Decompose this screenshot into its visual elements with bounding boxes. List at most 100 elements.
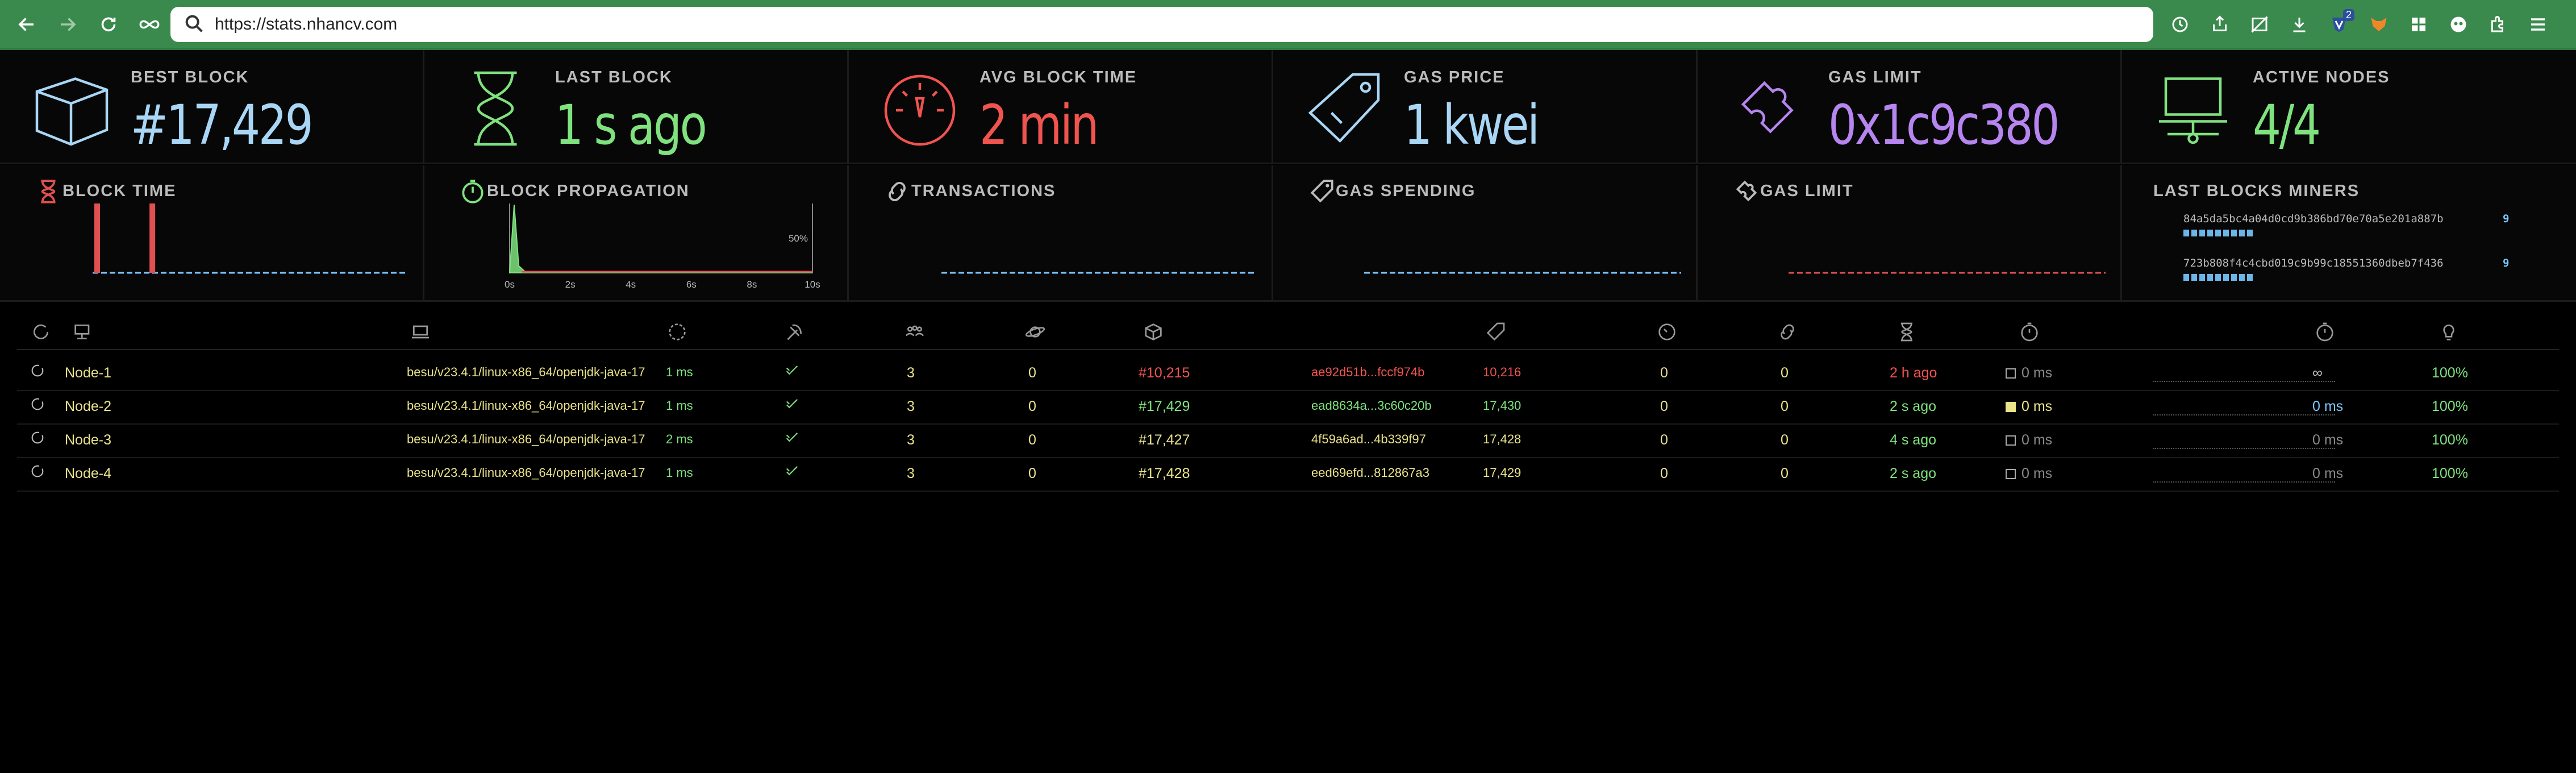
back-icon[interactable] bbox=[10, 8, 43, 41]
fox-icon[interactable] bbox=[2362, 8, 2395, 41]
stat-avg-block-time: AVG BLOCK TIME 2 min bbox=[849, 50, 1273, 164]
miner-block-square bbox=[2191, 230, 2197, 236]
extensions-puzzle-icon[interactable] bbox=[2482, 8, 2515, 41]
block-time-plot bbox=[93, 203, 408, 274]
image-off-icon[interactable] bbox=[2243, 8, 2276, 41]
miner-blocks-bar bbox=[2183, 274, 2253, 281]
node-latency: 1 ms bbox=[666, 466, 693, 480]
address-bar[interactable]: https://stats.nhancv.com bbox=[170, 7, 2153, 42]
share-icon[interactable] bbox=[2203, 8, 2236, 41]
hourglass-icon[interactable] bbox=[1895, 321, 1918, 343]
infinity-icon[interactable] bbox=[133, 8, 166, 41]
miner-block-square bbox=[2183, 230, 2189, 236]
propagation-histogram bbox=[2153, 481, 2335, 483]
node-peers: 3 bbox=[907, 432, 915, 448]
node-last-block: 2 s ago bbox=[1890, 466, 1937, 481]
node-transactions: 0 bbox=[1660, 365, 1668, 381]
grid-apps-icon[interactable] bbox=[2402, 8, 2435, 41]
download-icon[interactable] bbox=[2283, 8, 2316, 41]
propagation-tick-label: 6s bbox=[686, 279, 697, 290]
node-difficulty: 17,429 bbox=[1483, 466, 1522, 480]
propagation-tick-label: 10s bbox=[805, 279, 820, 290]
miner-block-square bbox=[2223, 230, 2229, 236]
node-icon[interactable] bbox=[72, 321, 94, 343]
node-propagation: 0 ms bbox=[2006, 432, 2052, 448]
peers-icon[interactable] bbox=[903, 321, 926, 343]
laptop-icon[interactable] bbox=[409, 321, 432, 343]
table-row[interactable]: Node-1 besu/v23.4.1/linux-x86_64/openjdk-… bbox=[17, 357, 2559, 391]
node-transactions: 0 bbox=[1660, 398, 1668, 414]
propagation-indicator bbox=[2006, 469, 2016, 480]
table-row[interactable]: Node-2 besu/v23.4.1/linux-x86_64/openjdk-… bbox=[17, 390, 2559, 425]
miner-block-square bbox=[2207, 230, 2213, 236]
propagation-histogram bbox=[2153, 381, 2335, 382]
charts-row: BLOCK TIME BLOCK PROPAGATION 0s 2s 4s 6s 8s 1… bbox=[0, 165, 2576, 302]
propagation-y-label: 50% bbox=[789, 233, 808, 244]
propagation-value: 0 ms bbox=[2021, 466, 2053, 481]
gauge-icon bbox=[884, 74, 956, 146]
node-pending: 0 bbox=[1028, 466, 1036, 481]
node-name: Node-4 bbox=[65, 466, 111, 481]
link-icon[interactable] bbox=[1776, 321, 1799, 343]
stopwatch-icon[interactable] bbox=[2018, 321, 2041, 343]
timer-icon[interactable] bbox=[666, 321, 689, 343]
miner-count: 9 bbox=[2503, 213, 2510, 225]
shield-extension-icon[interactable]: 2 bbox=[2323, 8, 2356, 41]
price-tag-icon[interactable] bbox=[1484, 321, 1507, 343]
bulb-icon[interactable] bbox=[2437, 321, 2460, 343]
block-propagation-plot: 0s 2s 4s 6s 8s 10s 50% bbox=[505, 203, 820, 290]
miner-block-square bbox=[2223, 274, 2229, 281]
block-time-bar bbox=[94, 203, 100, 273]
miner-block-square bbox=[2247, 230, 2253, 236]
cube-icon[interactable] bbox=[1142, 321, 1165, 343]
price-tag-icon bbox=[1308, 73, 1380, 143]
miner-address: 84a5da5bc4a04d0cd9b386bd70e70a5e201a887b bbox=[2183, 213, 2444, 225]
node-peers: 3 bbox=[907, 466, 915, 481]
gauge-icon[interactable] bbox=[1656, 321, 1678, 343]
node-uptime: 100% bbox=[2432, 432, 2468, 448]
node-uncles: 0 bbox=[1781, 432, 1789, 448]
propagation-value: 0 ms bbox=[2021, 365, 2053, 381]
node-avg-propagation: 0 ms bbox=[2312, 432, 2344, 448]
node-pending: 0 bbox=[1028, 365, 1036, 381]
miner-blocks-bar bbox=[2183, 230, 2253, 236]
node-uptime: 100% bbox=[2432, 466, 2468, 481]
node-block-hash: ae92d51b...fccf974b bbox=[1311, 365, 1425, 379]
stat-label: ACTIVE NODES bbox=[2253, 68, 2390, 86]
stopwatch-icon[interactable] bbox=[2314, 321, 2336, 343]
chart-title: LAST BLOCKS MINERS bbox=[2153, 182, 2360, 200]
node-transactions: 0 bbox=[1660, 432, 1668, 448]
hourglass-icon bbox=[474, 71, 517, 146]
miner-count: 9 bbox=[2503, 257, 2510, 269]
history-icon[interactable] bbox=[2164, 8, 2196, 41]
node-propagation: 0 ms bbox=[2006, 365, 2052, 381]
stat-label: GAS PRICE bbox=[1404, 68, 1505, 86]
miner-block-square bbox=[2183, 274, 2189, 281]
chart-block-time: BLOCK TIME bbox=[0, 165, 424, 302]
pickaxe-icon[interactable] bbox=[783, 321, 806, 343]
node-status-icon bbox=[30, 463, 45, 483]
propagation-tick-label: 4s bbox=[626, 279, 636, 290]
forward-icon[interactable] bbox=[51, 8, 84, 41]
stat-gas-price: GAS PRICE 1 kwei bbox=[1273, 50, 1698, 164]
refresh-icon[interactable] bbox=[30, 321, 52, 343]
table-row[interactable]: Node-3 besu/v23.4.1/linux-x86_64/openjdk-… bbox=[17, 424, 2559, 458]
table-row[interactable]: Node-4 besu/v23.4.1/linux-x86_64/openjdk-… bbox=[17, 458, 2559, 492]
stat-value: 1 kwei bbox=[1404, 93, 1540, 157]
puzzle-icon bbox=[1741, 81, 1794, 134]
mask-icon[interactable] bbox=[2442, 8, 2475, 41]
chart-gas-limit: GAS LIMIT bbox=[1698, 165, 2122, 302]
propagation-tick-label: 0s bbox=[505, 279, 515, 290]
stat-value: 1 s ago bbox=[555, 93, 707, 157]
planet-icon[interactable] bbox=[1024, 321, 1047, 343]
miner-block-square bbox=[2239, 274, 2245, 281]
stat-value: 4/4 bbox=[2253, 93, 2321, 157]
gas-limit-plot bbox=[1789, 272, 2106, 274]
menu-icon[interactable] bbox=[2521, 8, 2554, 41]
reload-icon[interactable] bbox=[92, 8, 125, 41]
stats-row: BEST BLOCK #17,429 LAST BLOCK 1 s ago AV… bbox=[0, 50, 2576, 221]
node-last-block: 2 h ago bbox=[1890, 365, 1937, 381]
node-name: Node-2 bbox=[65, 398, 111, 414]
extension-badge: 2 bbox=[2342, 9, 2354, 21]
url-text[interactable]: https://stats.nhancv.com bbox=[215, 15, 397, 34]
